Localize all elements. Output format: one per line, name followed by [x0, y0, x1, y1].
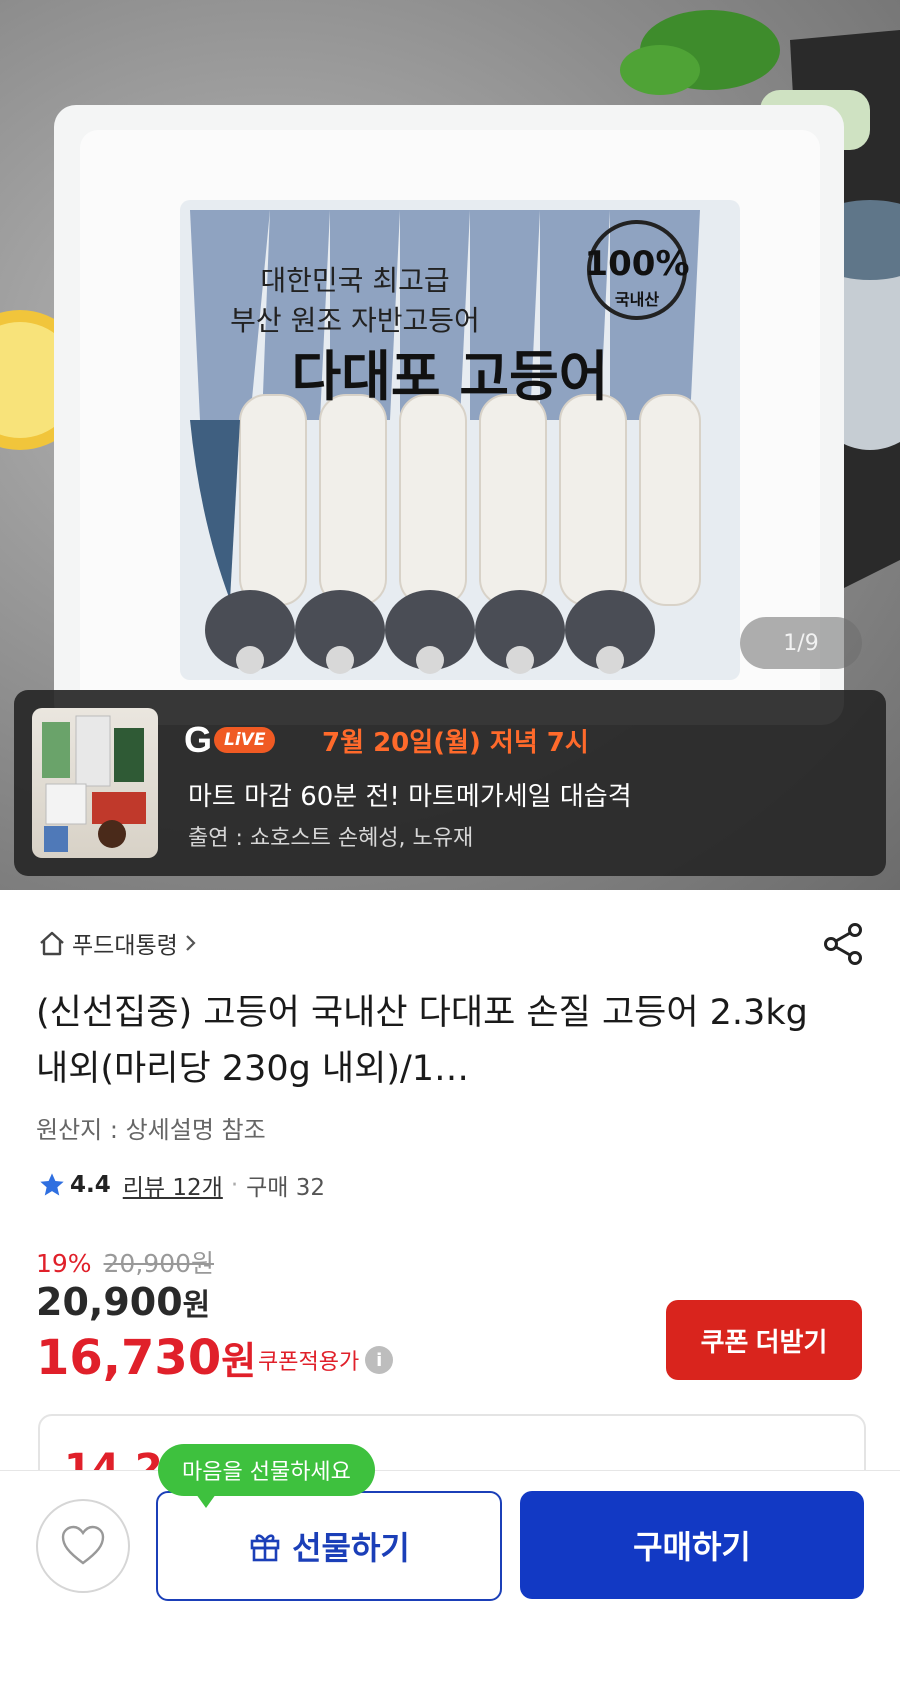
original-price: 20,900원: [103, 1249, 215, 1278]
review-count-link[interactable]: 리뷰 12개: [123, 1168, 223, 1202]
chevron-right-icon: [186, 935, 196, 951]
store-link[interactable]: 푸드대통령: [38, 926, 198, 960]
rating-separator: ·: [230, 1172, 239, 1198]
package-name: 다대포 고등어: [292, 344, 609, 408]
live-date: 7월 20일(월) 저녁 7시: [322, 728, 589, 758]
package-line-1: 대한민국 최고급: [260, 264, 449, 297]
rating-row: 4.4 리뷰 12개 · 구매 32: [38, 1168, 325, 1202]
coupon-price: 16,730원: [36, 1330, 256, 1386]
product-image-gallery[interactable]: 100% 국내산 대한민국 최고급 부산 원조 자반고등어 다대포 고등어 1/…: [0, 0, 900, 890]
badge-origin: 국내산: [615, 290, 659, 309]
live-title: 마트 마감 60분 전! 마트메가세일 대습격: [188, 782, 632, 812]
purchase-count: 구매 32: [246, 1175, 326, 1201]
product-origin: 원산지 : 상세설명 참조: [36, 1116, 266, 1144]
gift-label: 선물하기: [292, 1529, 410, 1567]
discount-row: 19% 20,900원: [36, 1244, 214, 1280]
get-coupon-button[interactable]: 쿠폰 더받기: [666, 1300, 862, 1380]
badge-percent: 100%: [584, 244, 689, 284]
share-button[interactable]: [822, 922, 866, 966]
info-icon[interactable]: i: [365, 1346, 394, 1374]
gift-icon: [250, 1534, 280, 1562]
buy-button[interactable]: 구매하기: [520, 1491, 864, 1599]
bottom-action-bar: 선물하기 구매하기: [0, 1470, 900, 1697]
coupon-price-number: 16,730: [36, 1330, 222, 1386]
wishlist-button[interactable]: [36, 1499, 130, 1593]
glive-logo-live: LiVE: [214, 727, 276, 753]
product-title: (신선집중) 고등어 국내산 다대포 손질 고등어 2.3kg내외(마리당 23…: [36, 993, 808, 1089]
sale-price-unit: 원: [182, 1288, 211, 1323]
coupon-label-text: 쿠폰적용가: [258, 1350, 360, 1375]
live-cast: 출연 : 쇼호스트 손혜성, 노유재: [188, 826, 474, 851]
image-counter: 1/9: [740, 617, 862, 669]
coupon-price-unit: 원: [221, 1339, 257, 1383]
live-thumbnail: [32, 708, 158, 858]
rating-score: 4.4: [70, 1172, 111, 1198]
glive-logo-g: G: [184, 719, 213, 760]
store-name: 푸드대통령: [72, 933, 178, 959]
coupon-price-label: 쿠폰적용가 i: [258, 1344, 394, 1376]
gift-tooltip: 마음을 선물하세요: [158, 1444, 375, 1508]
live-banner[interactable]: G LiVE 7월 20일(월) 저녁 7시 마트 마감 60분 전! 마트메가…: [14, 690, 886, 876]
home-icon: [40, 931, 64, 956]
package-line-2: 부산 원조 자반고등어: [230, 304, 480, 337]
glive-logo: G LiVE: [184, 719, 276, 760]
sale-price-number: 20,900: [36, 1280, 183, 1324]
share-icon: [824, 923, 862, 965]
heart-icon: [61, 1525, 105, 1565]
star-icon: [40, 1173, 64, 1196]
sale-price: 20,900원: [36, 1280, 210, 1324]
discount-rate: 19%: [36, 1249, 92, 1278]
